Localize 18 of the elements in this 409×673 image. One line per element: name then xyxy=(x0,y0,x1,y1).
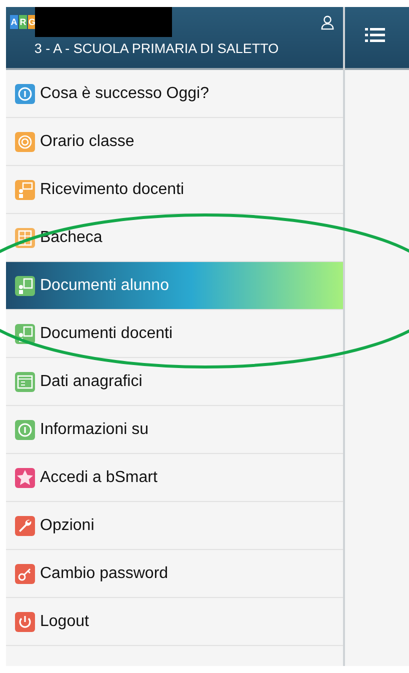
menu-label: Dati anagrafici xyxy=(40,372,142,390)
menu-label: Documenti alunno xyxy=(40,276,169,294)
menu-label: Bacheca xyxy=(40,228,102,246)
menu-label: Informazioni su xyxy=(40,420,148,438)
menu-label: Cosa è successo Oggi? xyxy=(40,84,209,102)
menu-label: Documenti docenti xyxy=(40,324,173,342)
menu-label: Logout xyxy=(40,612,89,630)
menu-label: Opzioni xyxy=(40,516,94,534)
user-icon[interactable] xyxy=(320,15,335,30)
menu-label: Ricevimento docenti xyxy=(40,180,184,198)
menu-item[interactable]: Documenti alunno xyxy=(6,262,343,310)
logo-letter: R xyxy=(19,15,27,29)
menu-icon[interactable] xyxy=(365,27,385,43)
logo-letter: A xyxy=(10,15,18,29)
class-title: 3 - A - SCUOLA PRIMARIA DI SALETTO xyxy=(33,41,280,56)
menu-label: Cambio password xyxy=(40,564,168,582)
menu-label: Orario classe xyxy=(40,132,134,150)
menu-label: Accedi a bSmart xyxy=(40,468,158,486)
